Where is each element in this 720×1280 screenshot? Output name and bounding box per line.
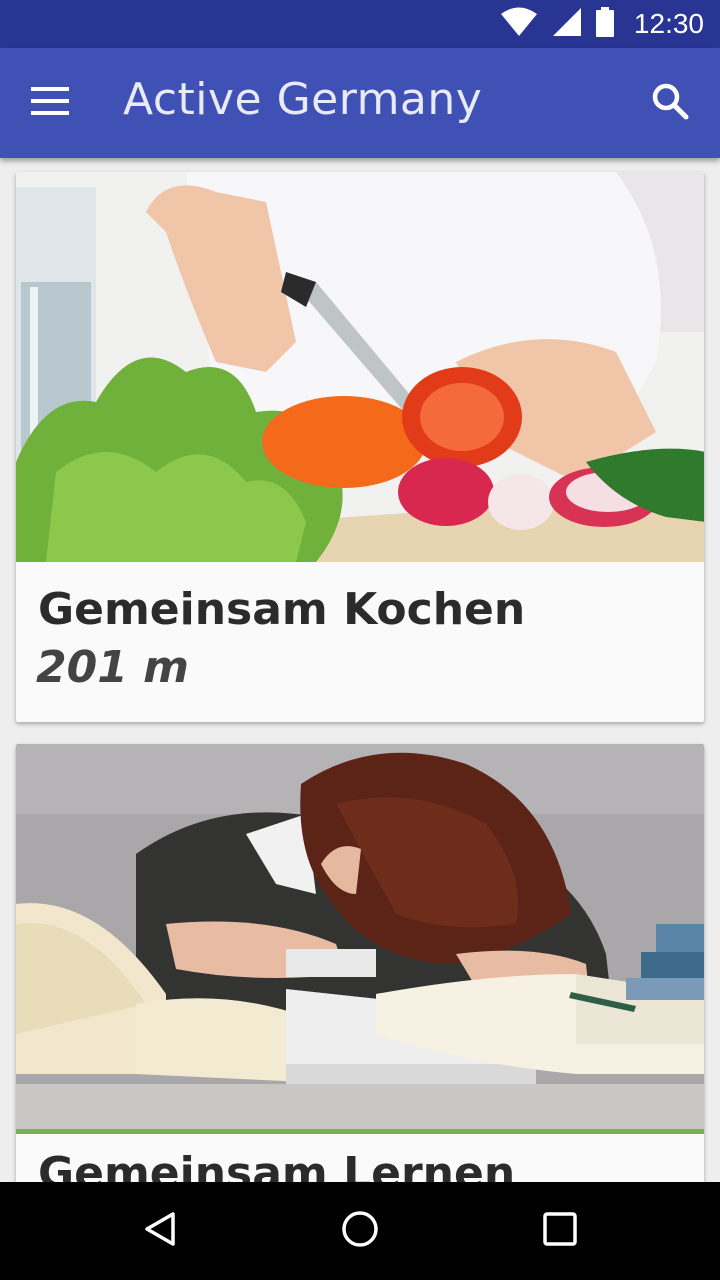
recents-icon [543,1212,577,1250]
recents-button[interactable] [530,1201,590,1261]
hamburger-menu-icon [31,87,69,119]
activity-card-lernen[interactable]: Gemeinsam Lernen [16,744,704,1182]
status-bar: 12:30 [0,0,720,48]
back-icon [142,1211,178,1251]
navigation-bar [0,1182,720,1280]
wifi-icon [500,7,538,41]
status-icons: 12:30 [500,0,704,48]
home-button[interactable] [330,1201,390,1261]
home-icon [341,1210,379,1252]
battery-icon [595,7,614,41]
status-time: 12:30 [633,8,704,39]
search-button[interactable] [642,75,698,131]
back-button[interactable] [130,1201,190,1261]
card-image-studying [16,744,704,1134]
app-title: Active Germany [123,74,483,125]
card-title: Gemeinsam Kochen [38,584,526,635]
menu-button[interactable] [22,75,78,131]
search-icon [651,82,689,124]
card-image-cooking [16,172,704,562]
app-bar: Active Germany [0,48,720,158]
cell-signal-icon [552,7,582,41]
card-title: Gemeinsam Lernen [38,1148,516,1182]
card-distance: 201 m [36,642,190,693]
activity-card-kochen[interactable]: Gemeinsam Kochen 201 m [16,172,704,722]
card-list[interactable]: Gemeinsam Kochen 201 m Gemeinsam Lernen [0,158,720,1182]
